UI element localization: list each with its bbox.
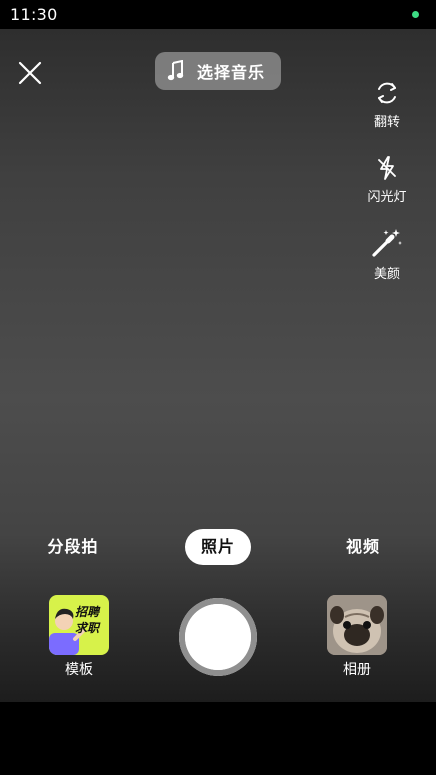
status-bar: 11:30 [0, 0, 436, 29]
template-button[interactable]: 招聘 求职 模板 [48, 595, 110, 679]
template-label: 模板 [65, 662, 93, 678]
select-music-button[interactable]: 选择音乐 [155, 52, 281, 90]
flip-camera-icon [378, 82, 396, 104]
album-dog-photo [327, 595, 387, 655]
mode-selector: 分段拍 照片 视频 [0, 529, 436, 565]
mode-video[interactable]: 视频 [336, 529, 390, 565]
close-icon [18, 61, 42, 85]
bottom-black-area [0, 702, 436, 775]
flip-camera-button[interactable]: 翻转 [357, 79, 417, 130]
mode-photo[interactable]: 照片 [185, 529, 251, 565]
album-label: 相册 [343, 662, 371, 678]
template-thumb-text-2: 求职 [75, 621, 100, 635]
select-music-label: 选择音乐 [197, 63, 266, 82]
album-thumbnail [327, 595, 387, 655]
music-note-icon [167, 60, 184, 81]
flash-off-icon [378, 156, 396, 180]
template-thumb-text-1: 招聘 [75, 605, 100, 619]
album-button[interactable]: 相册 [326, 595, 388, 679]
beauty-label: 美颜 [373, 267, 400, 282]
flip-camera-label: 翻转 [373, 115, 400, 130]
magic-wand-icon [372, 229, 402, 257]
mode-segment-shoot[interactable]: 分段拍 [40, 529, 106, 565]
flash-button[interactable]: 闪光灯 [357, 154, 417, 205]
status-indicator-dot [412, 11, 419, 18]
shutter-button[interactable] [179, 598, 257, 676]
beauty-button[interactable]: 美颜 [357, 227, 417, 282]
status-time: 11:30 [10, 5, 58, 24]
flash-label: 闪光灯 [367, 190, 407, 205]
close-button[interactable] [16, 59, 44, 87]
template-thumbnail: 招聘 求职 [49, 595, 109, 655]
